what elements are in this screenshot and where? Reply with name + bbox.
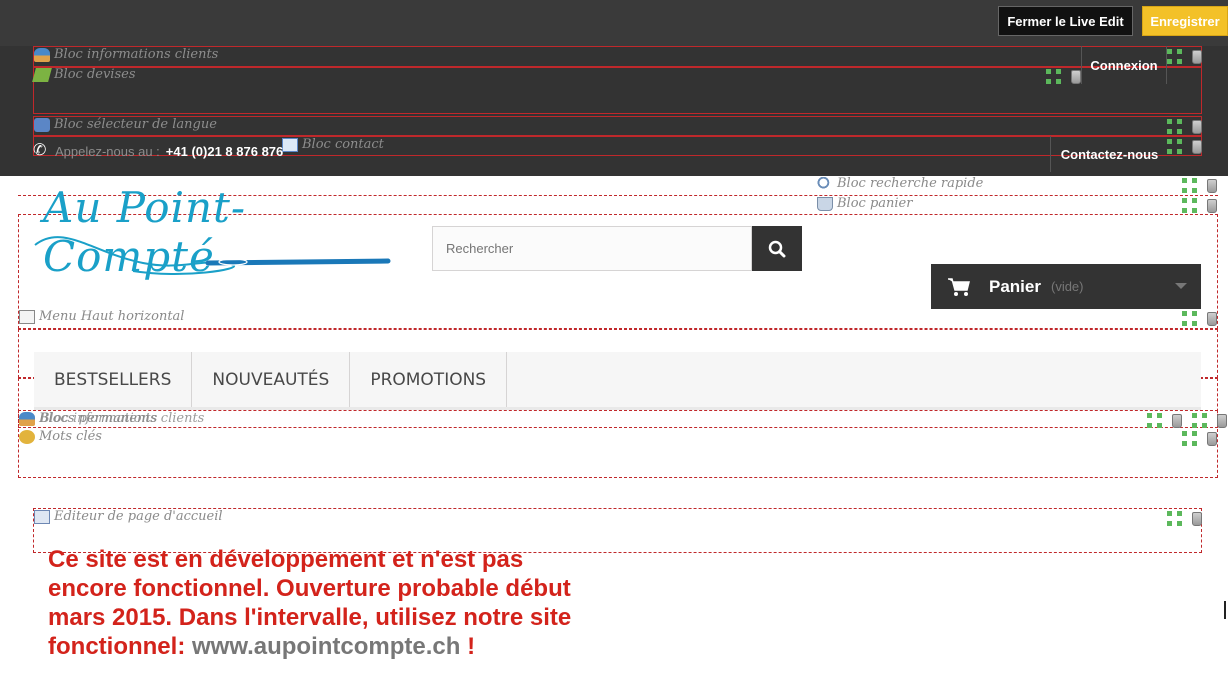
move-icon[interactable] [1192,413,1207,428]
module-name: Bloc devises [54,67,136,82]
module-tools [1046,69,1081,84]
phone-info: ✆ Appelez-nous au : +41 (0)21 8 876 876 [33,143,283,159]
module-tools [1182,198,1217,213]
move-icon[interactable] [1167,139,1182,154]
user-icon [19,411,35,426]
module-label-keywords: Mots clés [19,429,102,444]
menu-item-bestsellers[interactable]: BESTSELLERS [34,352,193,407]
module-label-search: Bloc recherche rapide [817,176,983,191]
contact-link[interactable]: Contactez-nous [1050,136,1168,172]
module-name: Bloc recherche rapide [837,176,984,191]
module-tools [1147,413,1227,428]
module-label-cart: Bloc panier [817,196,912,211]
website-link[interactable]: www.aupointcompte.ch [192,633,460,660]
move-icon[interactable] [1182,431,1197,446]
search-button[interactable] [752,226,802,271]
trash-icon[interactable] [1192,511,1202,526]
module-tools [1182,178,1217,193]
module-name: Menu Haut horizontal [39,309,185,324]
module-label-customer-info: Bloc informations clients [34,47,218,62]
top-menu: BESTSELLERS NOUVEAUTÉS PROMOTIONS [34,352,1201,410]
menu-item-nouveautes[interactable]: NOUVEAUTÉS [192,352,351,407]
module-name: Bloc informations clients [54,47,219,62]
module-name: Editeur de page d'accueil [54,509,223,524]
module-tools [1167,139,1202,154]
module-name: Bloc contact [302,137,384,152]
trash-icon[interactable] [1207,198,1217,213]
login-link[interactable]: Connexion [1081,46,1167,84]
move-icon[interactable] [1167,511,1182,526]
trash-icon[interactable] [1207,431,1217,446]
move-icon[interactable] [1182,178,1197,193]
menu-item-promotions[interactable]: PROMOTIONS [350,352,508,407]
module-name: Bloc sélecteur de langue [54,117,217,132]
cart-icon [948,277,970,296]
phone-icon: ✆ [33,142,47,159]
module-tools [1167,119,1202,134]
user-icon [34,47,50,62]
module-label-contact: Bloc contact [282,137,384,152]
text-cursor [1224,601,1228,619]
chevron-down-icon [1175,283,1187,289]
phone-prefix: Appelez-nous au : [55,143,160,159]
move-icon[interactable] [1046,69,1061,84]
cart-status: (vide) [1050,279,1084,294]
module-label-customer-info-2: Bloc informations clients [40,411,204,426]
module-tools [1182,431,1217,446]
search-icon [768,240,786,257]
menu-module-icon [19,309,35,324]
module-name: Mots clés [39,429,102,444]
module-label-language: Bloc sélecteur de langue [34,117,217,132]
live-edit-toolbar: Fermer le Live Edit Enregistrer [0,0,1228,46]
module-label-currencies: Bloc devises [32,67,136,82]
module-tools [1167,511,1202,526]
development-notice: Ce site est en développement et n'est pa… [48,545,608,661]
trash-icon[interactable] [1192,119,1202,134]
module-tools [1182,311,1217,326]
module-outline-currencies [33,66,1202,114]
trash-icon[interactable] [1207,178,1217,193]
close-live-edit-button[interactable]: Fermer le Live Edit [998,6,1133,36]
move-icon[interactable] [1167,119,1182,134]
needle-thread-icon [34,236,391,275]
trash-icon[interactable] [1207,311,1217,326]
module-name: Bloc informations clients [40,411,205,426]
module-name: Bloc panier [837,196,913,211]
language-icon [34,117,50,132]
phone-number: +41 (0)21 8 876 876 [165,143,284,159]
search-input[interactable] [432,226,752,271]
document-icon [34,509,50,524]
move-icon[interactable] [1167,49,1182,64]
trash-icon[interactable] [1217,413,1227,428]
save-button[interactable]: Enregistrer [1142,6,1228,36]
cart-module-icon [817,196,833,211]
logo[interactable]: Au Point-Compté [33,183,403,283]
keywords-icon [19,429,35,444]
module-label-home-editor: Editeur de page d'accueil [34,509,223,524]
move-icon[interactable] [1182,198,1197,213]
notice-suffix: ! [460,633,476,660]
cart-button[interactable]: Panier (vide) [931,264,1201,309]
trash-icon[interactable] [1192,139,1202,154]
module-tools [1167,49,1202,64]
money-icon [32,67,52,82]
trash-icon[interactable] [1071,69,1081,84]
trash-icon[interactable] [1192,49,1202,64]
contact-card-icon [282,137,298,152]
move-icon[interactable] [1147,413,1162,428]
search-module-icon [817,176,833,191]
move-icon[interactable] [1182,311,1197,326]
trash-icon[interactable] [1172,413,1182,428]
module-label-menu: Menu Haut horizontal [19,309,184,324]
cart-label: Panier [989,276,1041,296]
